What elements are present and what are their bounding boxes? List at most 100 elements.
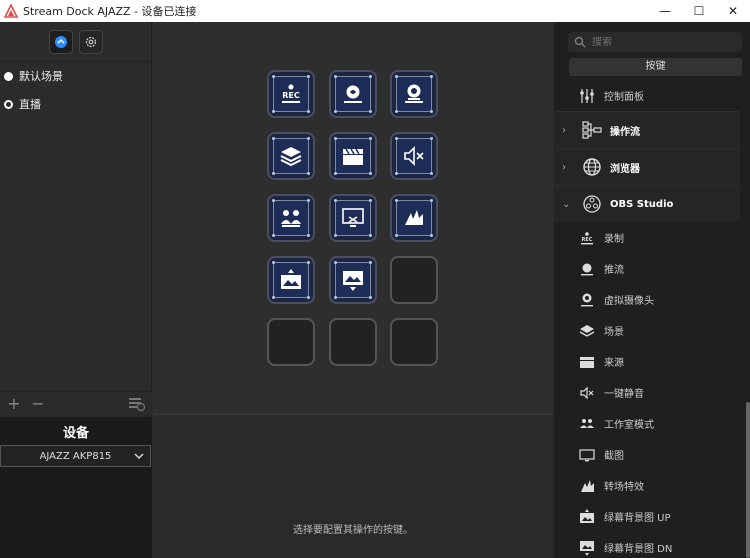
key-corner-dot (430, 199, 433, 202)
action-label: 工作室模式 (604, 420, 654, 431)
action-label: 一键静音 (604, 389, 644, 400)
key-corner-dot (369, 261, 372, 264)
minimize-button[interactable]: — (648, 0, 682, 22)
background-down-icon (580, 540, 594, 556)
action-studio-mode[interactable]: 工作室模式 (554, 408, 740, 439)
studio-mode-icon (281, 210, 301, 227)
background-up-icon (281, 269, 301, 289)
rec-icon: REC (282, 84, 300, 103)
actions-scrollbar[interactable] (746, 402, 750, 558)
key-corner-dot (395, 110, 398, 113)
action-background-up[interactable]: 绿幕背景图 UP (554, 501, 740, 532)
search-input[interactable] (592, 36, 732, 48)
action-scene[interactable]: 场景 (554, 315, 740, 346)
key-corner-dot (272, 296, 275, 299)
action-label: 截图 (604, 451, 624, 462)
key-5[interactable] (329, 132, 377, 180)
profile-item-default[interactable]: 默认场景 (0, 62, 151, 90)
close-button[interactable]: ✕ (716, 0, 750, 22)
action-label: 绿幕背景图 UP (604, 513, 671, 524)
key-corner-dot (369, 199, 372, 202)
key-corner-dot (430, 137, 433, 140)
key-4[interactable] (267, 132, 315, 180)
device-select[interactable]: AJAZZ AKP815 (0, 445, 151, 467)
radio-selected-icon (4, 71, 13, 81)
profile-label: 默认场景 (19, 70, 63, 83)
maximize-button[interactable]: ☐ (682, 0, 716, 22)
key-6[interactable] (390, 132, 438, 180)
category-browser[interactable]: › 浏览器 (554, 148, 740, 185)
search-icon (574, 36, 586, 48)
key-corner-dot (369, 296, 372, 299)
key-corner-dot (272, 199, 275, 202)
key-1[interactable]: REC (267, 70, 315, 118)
window-title: Stream Dock AJAZZ - 设备已连接 (23, 5, 197, 18)
key-8[interactable] (329, 194, 377, 242)
sliders-icon (580, 88, 594, 103)
key-7[interactable] (267, 194, 315, 242)
scene-layers-icon (280, 147, 302, 167)
key-corner-dot (307, 172, 310, 175)
settings-button[interactable] (78, 29, 103, 54)
profile-settings-icon[interactable] (128, 396, 146, 412)
key-corner-dot (369, 137, 372, 140)
device-select-value: AJAZZ AKP815 (39, 450, 112, 462)
key-corner-dot (272, 172, 275, 175)
key-corner-dot (272, 261, 275, 264)
gear-icon (85, 36, 96, 47)
key-corner-dot (395, 172, 398, 175)
chevron-right-icon: › (562, 161, 566, 173)
property-inspector: 选择要配置其操作的按键。 (153, 414, 553, 558)
key-2[interactable] (329, 70, 377, 118)
action-control-panel[interactable]: 控制面板 (554, 80, 740, 111)
key-corner-dot (334, 296, 337, 299)
action-stream[interactable]: 推流 (554, 253, 740, 284)
key-corner-dot (272, 137, 275, 140)
key-corner-dot (307, 296, 310, 299)
action-screenshot[interactable]: 截图 (554, 439, 740, 470)
virtual-camera-icon (581, 293, 593, 306)
action-mute[interactable]: 一键静音 (554, 377, 740, 408)
background-down-icon (343, 271, 363, 291)
remove-profile-button[interactable]: − (28, 394, 48, 413)
key-15-empty[interactable] (390, 318, 438, 366)
screenshot-icon (342, 208, 364, 227)
profile-label: 直播 (19, 98, 41, 111)
stream-icon (581, 263, 593, 275)
profiles-panel: 默认场景 直播 + − 设备 AJAZZ AKP815 (0, 22, 152, 558)
action-background-down[interactable]: 绿幕背景图 DN (554, 532, 740, 558)
key-corner-dot (307, 234, 310, 237)
profile-item-live[interactable]: 直播 (0, 90, 151, 118)
key-corner-dot (334, 75, 337, 78)
key-corner-dot (307, 137, 310, 140)
radio-icon (4, 99, 13, 109)
action-transition[interactable]: 转场特效 (554, 470, 740, 501)
svg-text:REC: REC (282, 91, 300, 100)
key-corner-dot (307, 199, 310, 202)
action-record[interactable]: REC 录制 (554, 222, 740, 253)
category-obs-studio[interactable]: ⌄ OBS Studio (554, 185, 740, 222)
key-14-empty[interactable] (329, 318, 377, 366)
search-box[interactable] (568, 32, 742, 52)
key-10[interactable] (267, 256, 315, 304)
device-title: 设备 (62, 426, 89, 441)
key-11[interactable] (329, 256, 377, 304)
key-3[interactable] (390, 70, 438, 118)
device-section: 设备 AJAZZ AKP815 (0, 417, 152, 558)
key-9[interactable] (390, 194, 438, 242)
add-profile-button[interactable]: + (4, 394, 24, 413)
globe-icon (583, 158, 601, 176)
action-source[interactable]: 来源 (554, 346, 740, 377)
key-corner-dot (395, 75, 398, 78)
chevron-down-icon: ⌄ (562, 198, 571, 210)
chevron-right-icon: › (562, 124, 566, 136)
stream-icon (344, 85, 362, 103)
keys-button[interactable]: 按键 (569, 58, 742, 76)
action-virtual-camera[interactable]: 虚拟摄像头 (554, 284, 740, 315)
key-13-empty[interactable] (267, 318, 315, 366)
key-12-empty[interactable] (390, 256, 438, 304)
key-corner-dot (272, 234, 275, 237)
home-button[interactable] (48, 29, 73, 54)
action-label: 虚拟摄像头 (604, 296, 654, 307)
category-workflow[interactable]: › 操作流 (554, 111, 740, 148)
